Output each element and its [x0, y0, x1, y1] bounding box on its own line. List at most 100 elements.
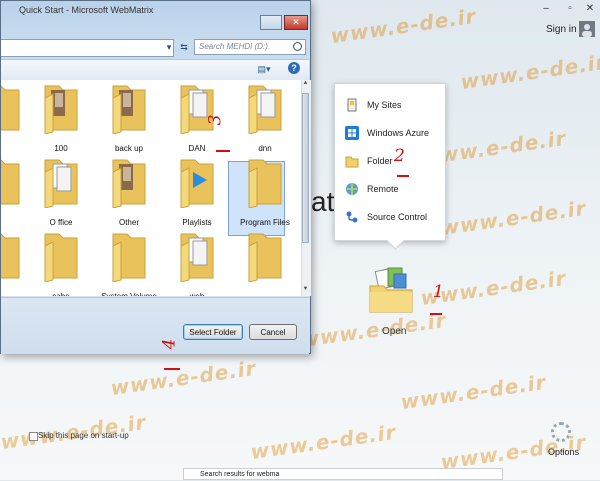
menu-item-folder[interactable]: Folder [345, 150, 393, 172]
menu-item-label: My Sites [367, 100, 402, 110]
chevron-down-icon[interactable]: ▾ [162, 40, 176, 54]
menu-item-label: Windows Azure [367, 128, 430, 138]
folder-icon [1, 85, 20, 131]
scroll-up-icon[interactable]: ▲ [301, 80, 310, 90]
windows-azure-icon [345, 126, 359, 140]
open-menu: My Sites Windows Azure Folder Remote Sou… [334, 83, 446, 241]
folder-icon [112, 159, 146, 209]
folder-label: System Volume [97, 292, 161, 296]
folder-item[interactable]: 100 [41, 84, 81, 154]
menu-item-windows-azure[interactable]: Windows Azure [345, 122, 429, 144]
watermark-text: www.e-de.ir [109, 355, 258, 401]
folder-icon [1, 159, 20, 205]
folder-icon [1, 233, 20, 279]
my-sites-icon [347, 98, 357, 112]
folder-icon [345, 156, 359, 168]
close-icon: ✕ [292, 17, 300, 27]
search-results-bar[interactable]: Search results for webma [183, 468, 503, 480]
watermark-text: www.e-de.ir [439, 195, 588, 241]
open-folder-icon[interactable] [368, 266, 414, 314]
watermark-text: www.e-de.ir [249, 419, 398, 465]
menu-item-label: Remote [367, 184, 399, 194]
folder-label: Other [118, 218, 139, 227]
folder-label: DAN [188, 144, 206, 153]
folder-item[interactable] [1, 232, 23, 296]
annotation-underline [216, 150, 230, 152]
options-label[interactable]: Options [548, 447, 579, 457]
address-bar[interactable] [1, 39, 174, 57]
avatar[interactable] [578, 20, 596, 38]
folder-item[interactable]: web [177, 232, 217, 296]
select-folder-dialog: Quick Start - Microsoft WebMatrix ✕ ▾ ⇆ … [0, 0, 311, 354]
watermark-text: www.e-de.ir [399, 369, 548, 415]
close-button[interactable]: ✕ [578, 0, 600, 17]
watermark-text: www.e-de.ir [459, 49, 600, 95]
user-icon [582, 24, 592, 37]
minimize-button[interactable]: – [534, 0, 558, 17]
source-control-icon [346, 211, 358, 223]
annotation-step-1: 1 [433, 282, 444, 302]
remote-icon [346, 183, 358, 195]
folder-icon [44, 233, 78, 283]
open-label[interactable]: Open [382, 326, 406, 337]
folder-label: Program Files [240, 218, 290, 227]
annotation-underline [430, 313, 442, 315]
folder-label: Playlists [182, 218, 212, 227]
annotation-step-2: 2 [394, 146, 405, 166]
gear-icon[interactable] [551, 422, 571, 442]
folder-icon [112, 233, 146, 283]
annotation-step-4: 4 [159, 338, 180, 350]
search-results-text: Search results for webma [200, 471, 280, 478]
folder-icon [180, 233, 214, 283]
scroll-down-icon[interactable]: ▼ [301, 286, 310, 296]
folder-item[interactable] [245, 232, 285, 296]
menu-item-label: Source Control [367, 212, 428, 222]
view-options-icon[interactable]: ▤▾ [255, 62, 273, 76]
folder-icon [248, 233, 282, 283]
dialog-title: Quick Start - Microsoft WebMatrix [19, 5, 154, 15]
folder-label: O ffice [49, 218, 73, 227]
watermark-text: www.e-de.ir [299, 307, 448, 353]
watermark-text: www.e-de.ir [329, 3, 478, 49]
skip-label: Skip this page on start-up [38, 431, 129, 440]
folder-item[interactable] [1, 84, 23, 154]
menu-item-source-control[interactable]: Source Control [345, 206, 427, 228]
dialog-minimize-button[interactable] [260, 15, 282, 30]
help-icon[interactable]: ? [288, 62, 300, 74]
folder-label: back up [114, 144, 144, 153]
folder-pane: 100 back up DAN dnn O ffice Other Playlists Pro… [1, 80, 301, 296]
folder-icon [44, 159, 78, 209]
folder-icon [248, 85, 282, 135]
sign-in-label: Sign in [546, 24, 577, 35]
folder-item[interactable]: Other [109, 158, 149, 228]
search-placeholder: Search MEHDI (D:) [199, 42, 268, 51]
cancel-button[interactable]: Cancel [249, 324, 297, 340]
scrollbar-thumb[interactable] [302, 93, 309, 243]
folder-item[interactable] [1, 158, 23, 228]
menu-item-my-sites[interactable]: My Sites [345, 94, 402, 116]
refresh-icon[interactable]: ⇆ [177, 40, 191, 54]
folder-item[interactable]: O ffice [41, 158, 81, 228]
menu-item-remote[interactable]: Remote [345, 178, 399, 200]
folder-item[interactable]: dnn [245, 84, 285, 154]
annotation-underline [397, 175, 409, 177]
folder-item[interactable]: Playlists [177, 158, 217, 228]
dialog-close-button[interactable]: ✕ [284, 15, 308, 30]
search-icon[interactable] [293, 42, 302, 51]
folder-item[interactable]: Program Files [240, 158, 290, 228]
search-input[interactable]: Search MEHDI (D:) [194, 39, 306, 55]
select-folder-button[interactable]: Select Folder [183, 324, 243, 340]
folder-icon [248, 159, 282, 209]
folder-item[interactable]: sabe [41, 232, 81, 296]
folder-label: 100 [54, 144, 68, 153]
folder-icon [44, 85, 78, 135]
menu-item-label: Folder [367, 156, 393, 166]
folder-label: sabe [29, 292, 93, 296]
skip-checkbox[interactable] [29, 432, 38, 441]
folder-item[interactable]: back up [109, 84, 149, 154]
annotation-underline [164, 368, 180, 370]
folder-icon [180, 85, 214, 135]
folder-label: dnn [258, 144, 272, 153]
annotation-step-3: 3 [205, 114, 226, 126]
folder-item[interactable]: System Volume [101, 232, 157, 296]
